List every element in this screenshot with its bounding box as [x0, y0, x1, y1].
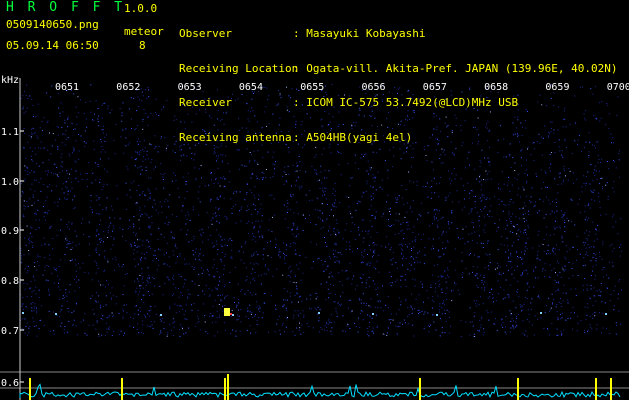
app-version: 1.0.0: [124, 2, 158, 15]
x-tick-label: 0652: [116, 82, 140, 93]
y-tick-label: 0.8: [1, 276, 19, 287]
metadata-labels: Observer Receiving Location Receiver Rec…: [179, 5, 298, 166]
x-tick-label: 0651: [55, 82, 79, 93]
hrofft-screen: kHz 1.1 1.0 0.9 0.8 0.7 0.6 0651 0652 0653 0654 065…: [0, 0, 629, 400]
y-tick-label: 1.1: [1, 127, 19, 138]
file-name: 0509140650.png: [6, 18, 99, 31]
metadata-label-antenna: Receiving antenna: [179, 130, 292, 144]
metadata-value-receiver: : ICOM IC-575 53.7492(@LCD)MHz USB: [293, 96, 519, 109]
metadata-label-observer: Observer: [179, 27, 232, 40]
metadata-value-location: : Ogata-vill. Akita-Pref. JAPAN (139.96E…: [293, 61, 618, 75]
app-title: H R O F F T: [6, 0, 126, 15]
y-tick-label: 1.0: [1, 177, 19, 188]
meteor-count: 8: [139, 39, 146, 52]
metadata-values: : Masayuki Kobayashi : Ogata-vill. Akita…: [293, 5, 618, 166]
metadata-label-location: Receiving Location: [179, 61, 299, 75]
power-trace: [19, 383, 621, 399]
metadata-label-receiver: Receiver: [179, 96, 232, 109]
metadata-value-observer: : Masayuki Kobayashi: [293, 27, 426, 40]
y-tick-label: 0.9: [1, 226, 19, 237]
meteor-label: meteor: [124, 25, 164, 38]
metadata-value-antenna: : A504HB(yagi 4el): [293, 130, 413, 144]
y-tick-label: 0.7: [1, 326, 19, 337]
y-axis-label: kHz: [1, 75, 19, 86]
file-timestamp: 05.09.14 06:50: [6, 39, 99, 52]
y-tick-label: 0.6: [1, 378, 19, 389]
